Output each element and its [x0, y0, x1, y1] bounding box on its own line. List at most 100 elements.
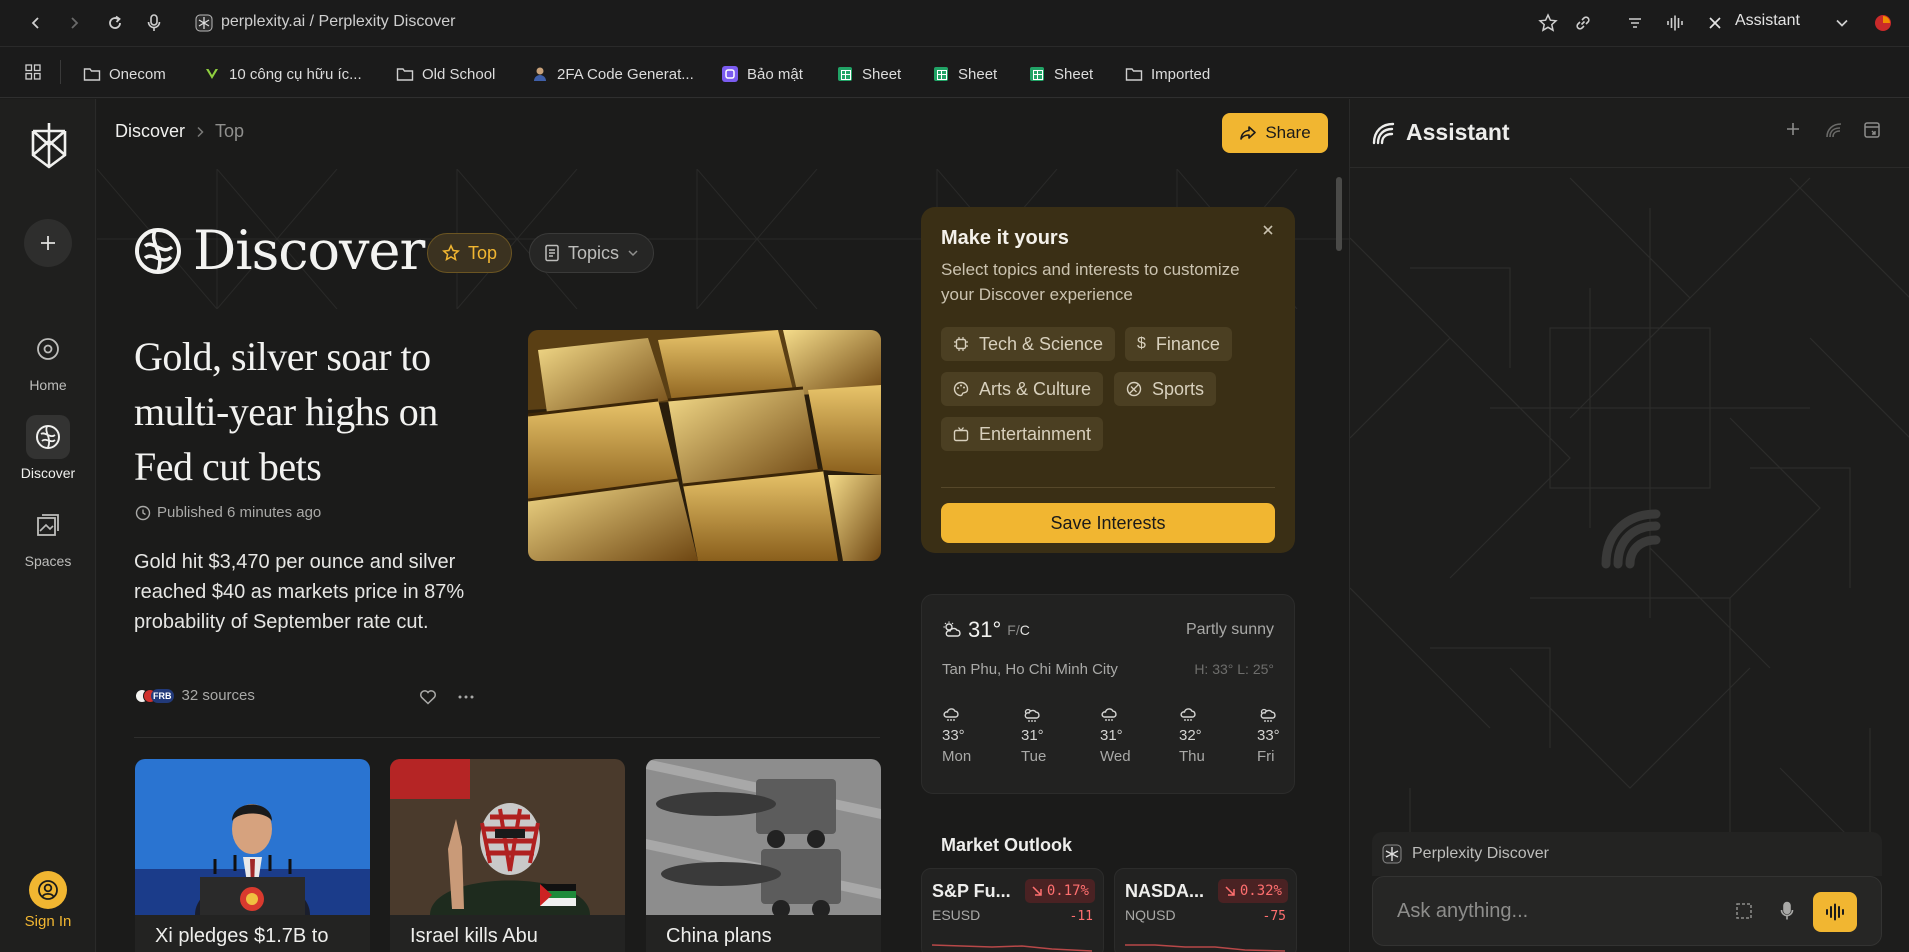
ask-input[interactable]: Ask anything... [1372, 876, 1882, 946]
tab-topics[interactable]: Topics [529, 233, 655, 273]
sidebar-item-home[interactable]: Home [0, 327, 96, 393]
forecast-day: 31° Tue [1021, 707, 1061, 765]
tab-top[interactable]: Top [427, 233, 513, 273]
bookmark-onecom[interactable]: Onecom [83, 63, 166, 85]
apps-grid-icon[interactable] [21, 60, 45, 84]
ticker-sparkline [932, 944, 1092, 952]
reload-icon[interactable] [103, 11, 127, 35]
forecast-day: 33° Mon [942, 707, 982, 765]
unit-f[interactable]: F [1007, 622, 1016, 638]
close-icon[interactable] [1261, 223, 1275, 237]
ask-placeholder[interactable]: Ask anything... [1397, 900, 1528, 923]
story-image-xi[interactable] [135, 759, 370, 915]
discover-header: Discover [133, 219, 425, 282]
sun-cloud-rain-icon [1021, 707, 1061, 723]
story-title[interactable]: Xi pledges $1.7B to [135, 915, 370, 952]
chip-arts-culture[interactable]: Arts & Culture [941, 372, 1104, 406]
discover-globe-icon [133, 226, 183, 276]
audio-wave-icon[interactable] [1663, 11, 1687, 35]
sign-in-button[interactable]: Sign In [0, 871, 96, 930]
bookmark-star-icon[interactable] [1536, 11, 1560, 35]
chip-finance[interactable]: $ Finance [1125, 327, 1232, 361]
forward-icon[interactable] [62, 11, 86, 35]
back-icon[interactable] [24, 11, 48, 35]
forecast-day-name: Fri [1257, 748, 1275, 765]
bookmark-old-school[interactable]: Old School [396, 63, 495, 85]
bookmark-label: Old School [422, 65, 496, 83]
screenshot-select-icon[interactable] [1735, 902, 1753, 920]
address-bar[interactable]: perplexity.ai / Perplexity Discover [221, 13, 455, 31]
forecast-day: 33° Fri [1257, 707, 1297, 765]
bookmark-2fa[interactable]: 2FA Code Generat... [531, 63, 694, 85]
unit-toggle[interactable]: F/C [1007, 622, 1030, 638]
story-title[interactable]: Israel kills Abu [390, 915, 625, 952]
chevron-down-icon [627, 247, 639, 259]
unit-c[interactable]: C [1020, 622, 1030, 638]
ticker-change-badge: 0.32% [1217, 879, 1288, 903]
chevron-right-icon [195, 126, 205, 138]
chip-entertainment[interactable]: Entertainment [941, 417, 1104, 451]
close-assistant-icon[interactable] [1703, 11, 1727, 35]
chip-label: Sports [1152, 378, 1205, 399]
voice-mode-button[interactable] [1813, 892, 1857, 932]
link-icon[interactable] [1571, 11, 1595, 35]
site-favicon-icon [1382, 844, 1402, 864]
document-icon [544, 244, 560, 262]
share-button[interactable]: Share [1222, 113, 1328, 153]
new-chat-icon[interactable] [1785, 121, 1801, 137]
story-image-china-military[interactable] [646, 759, 881, 915]
chip-label: Finance [1155, 333, 1220, 354]
forecast-temp: 33° [942, 727, 965, 744]
chip-tech-science[interactable]: Tech & Science [941, 327, 1116, 361]
divider [941, 487, 1275, 488]
bookmark-sheet-2[interactable]: Sheet [932, 63, 997, 85]
account-icon [29, 871, 67, 909]
market-ticker-card[interactable]: NASDA... 0.32% NQUSD -75 [1114, 868, 1297, 952]
heart-icon[interactable] [419, 689, 437, 705]
breadcrumb-section[interactable]: Discover [115, 121, 185, 142]
story-image-gaza[interactable] [390, 759, 625, 915]
chevron-down-icon[interactable] [1830, 11, 1854, 35]
forecast-day-name: Wed [1100, 748, 1131, 765]
perplexity-logo-icon[interactable] [28, 121, 70, 169]
bookmark-divider [60, 60, 61, 84]
more-options-icon[interactable] [457, 689, 475, 705]
chip-sports[interactable]: Sports [1114, 372, 1217, 406]
new-thread-button[interactable] [24, 219, 72, 267]
open-in-window-icon[interactable] [1863, 121, 1881, 139]
weather-widget[interactable]: 31° F/C Partly sunny Tan Phu, Ho Chi Min… [921, 594, 1295, 794]
bookmark-sheet-1[interactable]: Sheet [836, 63, 901, 85]
profile-avatar-icon[interactable] [1871, 11, 1895, 35]
ticker-change-pct: 0.17% [1046, 883, 1089, 899]
sidebar-item-spaces[interactable]: Spaces [0, 503, 96, 569]
feature-headline[interactable]: Gold, silver soar to multi-year highs on… [134, 329, 494, 494]
microphone-icon[interactable] [1779, 901, 1795, 921]
site-favicon-icon [192, 11, 216, 35]
forecast-temp: 31° [1021, 727, 1044, 744]
vue-icon [203, 65, 221, 83]
background-pattern [1350, 177, 1909, 928]
share-label: Share [1265, 123, 1311, 142]
ball-icon [1126, 381, 1142, 397]
sidebar-item-discover[interactable]: Discover [0, 415, 96, 481]
publish-label: Published 6 minutes ago [157, 504, 322, 521]
sources-button[interactable]: FRB 32 sources [135, 687, 255, 704]
assistant-toggle[interactable]: Assistant [1735, 12, 1800, 30]
sidebar-item-label: Home [29, 377, 67, 393]
sun-cloud-icon [942, 621, 962, 639]
bookmark-imported[interactable]: Imported [1125, 63, 1210, 85]
context-chip[interactable]: Perplexity Discover [1372, 832, 1882, 876]
bookmark-label: 10 công cụ hữu íc... [229, 65, 362, 83]
story-title[interactable]: China plans [646, 915, 881, 952]
scrollbar[interactable] [1336, 177, 1342, 251]
bookmark-bao-mat[interactable]: Bảo mật [721, 63, 803, 85]
feature-image-gold-bars[interactable] [528, 330, 881, 561]
save-interests-button[interactable]: Save Interests [941, 503, 1275, 543]
source-badge: FRB [151, 688, 174, 703]
microphone-icon[interactable] [142, 11, 166, 35]
reader-list-icon[interactable] [1623, 11, 1647, 35]
bookmark-sheet-3[interactable]: Sheet [1028, 63, 1093, 85]
history-icon[interactable] [1824, 121, 1844, 139]
bookmark-tools[interactable]: 10 công cụ hữu íc... [203, 63, 362, 85]
market-ticker-card[interactable]: S&P Fu... 0.17% ESUSD -11 [921, 868, 1104, 952]
